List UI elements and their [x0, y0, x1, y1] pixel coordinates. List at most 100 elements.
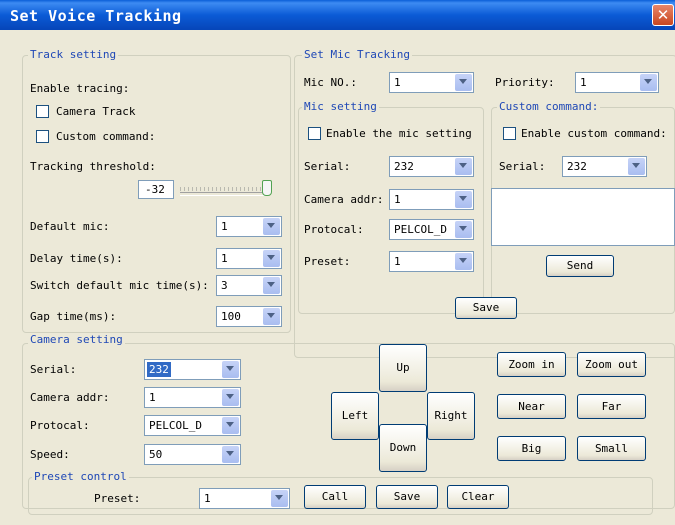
gap-time-select[interactable]: 100	[216, 306, 282, 327]
track-setting-legend: Track setting	[28, 48, 119, 61]
camera-track-label: Camera Track	[56, 105, 136, 118]
camera-protocol-select[interactable]: PELCOL_D	[144, 415, 241, 436]
zoom-in-button[interactable]: Zoom in	[497, 352, 566, 377]
priority-value: 1	[580, 76, 587, 89]
default-mic-value: 1	[221, 220, 228, 233]
big-button-label: Big	[521, 442, 542, 455]
chevron-down-icon	[222, 389, 239, 406]
chevron-down-icon	[222, 417, 239, 434]
up-button-label: Up	[396, 361, 410, 374]
near-button[interactable]: Near	[497, 394, 566, 419]
mic-serial-value: 232	[394, 160, 414, 173]
mic-save-button-label: Save	[472, 301, 500, 314]
custom-command-label: Custom command:	[56, 130, 156, 143]
camera-addr-label: Camera addr:	[30, 391, 110, 404]
chevron-down-icon	[455, 158, 472, 175]
mic-camera-addr-value: 1	[394, 193, 401, 206]
enable-custom-command-checkbox[interactable]	[503, 127, 516, 140]
mic-camera-addr-label: Camera addr:	[304, 193, 384, 206]
enable-mic-setting-checkbox[interactable]	[308, 127, 321, 140]
mic-preset-label: Preset:	[304, 255, 351, 268]
left-button[interactable]: Left	[331, 392, 379, 440]
threshold-slider[interactable]	[176, 180, 272, 200]
right-button-label: Right	[434, 409, 468, 422]
switch-default-mic-label: Switch default mic time(s):	[30, 279, 209, 292]
mic-serial-label: Serial:	[304, 160, 351, 173]
mic-save-button[interactable]: Save	[455, 297, 517, 319]
switch-default-mic-select[interactable]: 3	[216, 275, 282, 296]
title-bar[interactable]: Set Voice Tracking ✕	[0, 0, 675, 30]
mic-preset-select[interactable]: 1	[389, 251, 474, 272]
far-button[interactable]: Far	[577, 394, 646, 419]
camera-speed-label: Speed:	[30, 448, 70, 461]
send-button[interactable]: Send	[546, 255, 614, 277]
custom-serial-value: 232	[567, 160, 587, 173]
chevron-down-icon	[263, 308, 280, 325]
zoom-out-button[interactable]: Zoom out	[577, 352, 646, 377]
right-button[interactable]: Right	[427, 392, 475, 440]
default-mic-select[interactable]: 1	[216, 216, 282, 237]
chevron-down-icon	[222, 446, 239, 463]
window-title: Set Voice Tracking	[10, 7, 182, 25]
set-mic-tracking-legend: Set Mic Tracking	[302, 48, 412, 61]
camera-setting-legend: Camera setting	[28, 333, 125, 346]
threshold-value: -32	[145, 183, 165, 196]
far-button-label: Far	[601, 400, 622, 413]
mic-setting-legend: Mic setting	[302, 100, 379, 113]
camera-addr-value: 1	[149, 391, 156, 404]
slider-thumb[interactable]	[262, 180, 272, 196]
dialog-body: Track setting Enable tracing: Camera Tra…	[6, 30, 675, 519]
delay-time-select[interactable]: 1	[216, 248, 282, 269]
camera-addr-select[interactable]: 1	[144, 387, 241, 408]
mic-serial-select[interactable]: 232	[389, 156, 474, 177]
chevron-down-icon	[455, 253, 472, 270]
call-button[interactable]: Call	[304, 485, 366, 509]
down-button-label: Down	[389, 441, 417, 454]
camera-speed-value: 50	[149, 448, 163, 461]
chevron-down-icon	[455, 74, 472, 91]
camera-serial-label: Serial:	[30, 363, 77, 376]
mic-no-value: 1	[394, 76, 401, 89]
enable-tracing-label: Enable tracing:	[30, 82, 130, 95]
big-button[interactable]: Big	[497, 436, 566, 461]
down-button[interactable]: Down	[379, 424, 427, 472]
preset-value: 1	[204, 492, 211, 505]
camera-speed-select[interactable]: 50	[144, 444, 241, 465]
gap-time-label: Gap time(ms):	[30, 310, 117, 323]
preset-select[interactable]: 1	[199, 488, 290, 509]
custom-command-textarea[interactable]	[491, 188, 675, 246]
up-button[interactable]: Up	[379, 344, 427, 392]
chevron-down-icon	[455, 221, 472, 238]
mic-camera-addr-select[interactable]: 1	[389, 189, 474, 210]
chevron-down-icon	[640, 74, 657, 91]
custom-command-checkbox[interactable]	[36, 130, 49, 143]
close-button[interactable]: ✕	[652, 4, 674, 26]
small-button[interactable]: Small	[577, 436, 646, 461]
tracking-threshold-label: Tracking threshold:	[30, 160, 156, 173]
threshold-value-box[interactable]: -32	[138, 180, 174, 199]
mic-no-select[interactable]: 1	[389, 72, 474, 93]
custom-command-legend: Custom command:	[497, 100, 601, 113]
set-voice-tracking-dialog: Set Voice Tracking ✕ Track setting Enabl…	[0, 0, 675, 525]
chevron-down-icon	[222, 361, 239, 378]
camera-track-checkbox[interactable]	[36, 105, 49, 118]
clear-button[interactable]: Clear	[447, 485, 509, 509]
close-icon: ✕	[656, 6, 670, 24]
camera-serial-value: 232	[147, 362, 171, 377]
camera-protocol-value: PELCOL_D	[149, 419, 202, 432]
left-button-label: Left	[341, 409, 369, 422]
preset-save-button-label: Save	[393, 490, 421, 503]
preset-control-legend: Preset control	[32, 470, 129, 483]
zoom-in-button-label: Zoom in	[508, 358, 555, 371]
chevron-down-icon	[455, 191, 472, 208]
preset-save-button[interactable]: Save	[376, 485, 438, 509]
mic-no-label: Mic NO.:	[304, 76, 357, 89]
mic-preset-value: 1	[394, 255, 401, 268]
mic-protocol-select[interactable]: PELCOL_D	[389, 219, 474, 240]
camera-serial-select[interactable]: 232	[144, 359, 241, 380]
mic-protocol-value: PELCOL_D	[394, 223, 447, 236]
delay-time-value: 1	[221, 252, 228, 265]
custom-serial-select[interactable]: 232	[562, 156, 647, 177]
near-button-label: Near	[518, 400, 545, 413]
priority-select[interactable]: 1	[575, 72, 659, 93]
